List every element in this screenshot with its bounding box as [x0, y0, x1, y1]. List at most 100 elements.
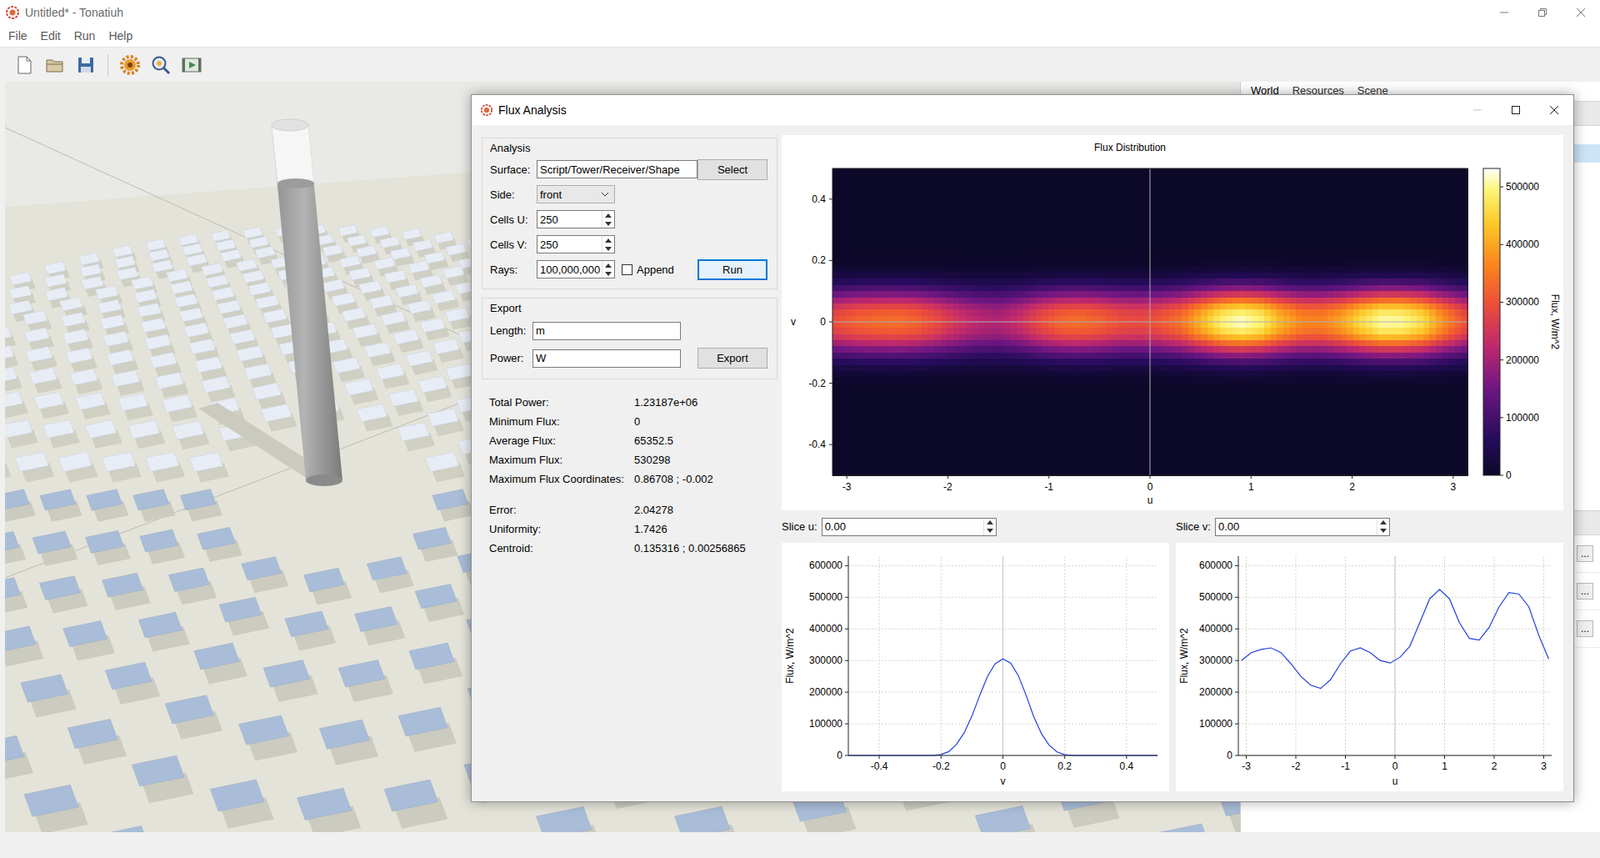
flux-cell	[940, 168, 948, 175]
result-label: Average Flux:	[489, 434, 635, 447]
flux-cell	[1225, 223, 1233, 230]
render-button[interactable]	[179, 52, 205, 78]
flux-cell	[1340, 199, 1348, 206]
tonatiuh-window: Untitled* - TonatiuhFileEditRunHelpWorld…	[0, 0, 1600, 858]
flux-cell	[1150, 217, 1157, 225]
flux-cell	[1276, 174, 1284, 181]
flux-cell	[1404, 174, 1411, 181]
flux-cell	[1270, 168, 1278, 175]
cells-v-spinbox[interactable]: 250	[536, 235, 615, 254]
flux-cell	[1220, 168, 1227, 175]
arrow-down-icon[interactable]	[605, 246, 612, 251]
select-button[interactable]: Select	[697, 159, 768, 180]
flux-cell	[1099, 223, 1106, 230]
flux-cell	[1048, 199, 1055, 206]
browse-button[interactable]: ...	[1576, 620, 1594, 637]
flux-cell	[1245, 168, 1252, 175]
flux-cell	[1251, 211, 1259, 219]
new-button[interactable]	[11, 52, 37, 78]
flux-cell	[1080, 211, 1087, 219]
flux-cell	[1429, 174, 1436, 181]
arrow-up-icon[interactable]	[605, 238, 612, 243]
receiver[interactable]	[271, 125, 315, 184]
flux-cell	[978, 223, 985, 230]
length-unit-field[interactable]: m	[532, 321, 681, 340]
flux-cell	[1118, 199, 1125, 206]
run-raytrace-button[interactable]	[117, 52, 143, 78]
minimize-button[interactable]	[1485, 0, 1524, 25]
arrow-down-icon[interactable]	[605, 271, 612, 276]
menu-item[interactable]: File	[1, 29, 35, 43]
flux-cell	[1315, 199, 1322, 206]
restore-button[interactable]	[1523, 0, 1562, 25]
cells-u-spinbox[interactable]: 250	[536, 210, 615, 229]
flux-cell	[1092, 235, 1100, 243]
flux-cell	[832, 168, 840, 175]
flux-cell	[1029, 211, 1036, 219]
flux-cell	[1086, 186, 1094, 194]
flux-cell	[1321, 199, 1329, 206]
flux-cell	[1239, 174, 1246, 181]
flux-cell	[832, 180, 840, 188]
flux-cell	[1023, 199, 1030, 206]
flux-cell	[959, 174, 966, 181]
close-button[interactable]	[1535, 95, 1574, 125]
flux-analysis-button[interactable]	[148, 52, 174, 78]
maximize-button[interactable]	[1496, 95, 1535, 125]
flux-cell	[1258, 168, 1265, 175]
flux-cell	[1060, 186, 1068, 194]
browse-button[interactable]: ...	[1576, 582, 1594, 600]
flux-cell	[1092, 180, 1100, 188]
flux-cell	[1397, 168, 1405, 175]
flux-cell	[1150, 180, 1157, 188]
menu-item[interactable]: Run	[67, 29, 103, 43]
export-button[interactable]: Export	[697, 347, 768, 369]
flux-cell	[845, 199, 852, 206]
flux-cell	[1029, 192, 1036, 200]
arrow-down-icon[interactable]	[605, 221, 612, 226]
append-checkbox[interactable]: Append	[621, 263, 675, 276]
flux-cell	[1060, 168, 1068, 175]
arrow-up-icon[interactable]	[605, 263, 612, 268]
flux-cell	[1004, 211, 1011, 219]
flux-cell	[1016, 235, 1024, 243]
flux-cell	[1423, 186, 1430, 194]
flux-cell	[1200, 192, 1208, 200]
flux-cell	[902, 217, 910, 225]
flux-cell	[927, 235, 935, 243]
open-button[interactable]	[42, 52, 68, 78]
flux-cell	[1213, 199, 1220, 206]
surface-field[interactable]: Script/Tower/Receiver/Shape	[536, 160, 698, 179]
flux-cell	[1290, 180, 1297, 188]
save-button[interactable]	[73, 52, 99, 78]
run-button[interactable]: Run	[697, 259, 768, 280]
flux-cell	[1270, 199, 1278, 206]
menu-item[interactable]: Help	[101, 29, 140, 43]
flux-cell	[845, 168, 852, 175]
flux-cell	[1041, 180, 1049, 188]
menu-item[interactable]: Edit	[34, 29, 68, 43]
dialog-title-bar[interactable]: Flux Analysis	[471, 95, 1574, 125]
rays-spinbox[interactable]: 100,000,000	[536, 260, 615, 279]
side-combo[interactable]: front	[536, 185, 615, 204]
flux-cell	[908, 168, 915, 175]
flux-cell	[1099, 211, 1106, 219]
flux-cell	[991, 186, 999, 194]
menu-bar: FileEditRunHelp	[0, 25, 1600, 47]
flux-cell	[832, 186, 840, 194]
flux-cell	[1055, 205, 1062, 212]
flux-cell	[1150, 186, 1157, 194]
arrow-up-icon[interactable]	[605, 213, 612, 218]
flux-cell	[1055, 168, 1062, 175]
flux-cell	[1327, 180, 1335, 188]
power-unit-field[interactable]: W	[532, 349, 681, 368]
flux-cell	[1118, 192, 1125, 200]
flux-cell	[1169, 205, 1176, 212]
flux-cell	[1397, 230, 1405, 237]
flux-cell	[978, 211, 985, 219]
close-button[interactable]	[1561, 0, 1600, 25]
flux-cell	[959, 192, 966, 200]
flux-distribution-chart[interactable]: Flux Distribution0.40.20-0.2-0.4-3-2-101…	[781, 135, 1564, 510]
browse-button[interactable]: ...	[1576, 545, 1594, 562]
flux-cell	[1391, 186, 1399, 194]
